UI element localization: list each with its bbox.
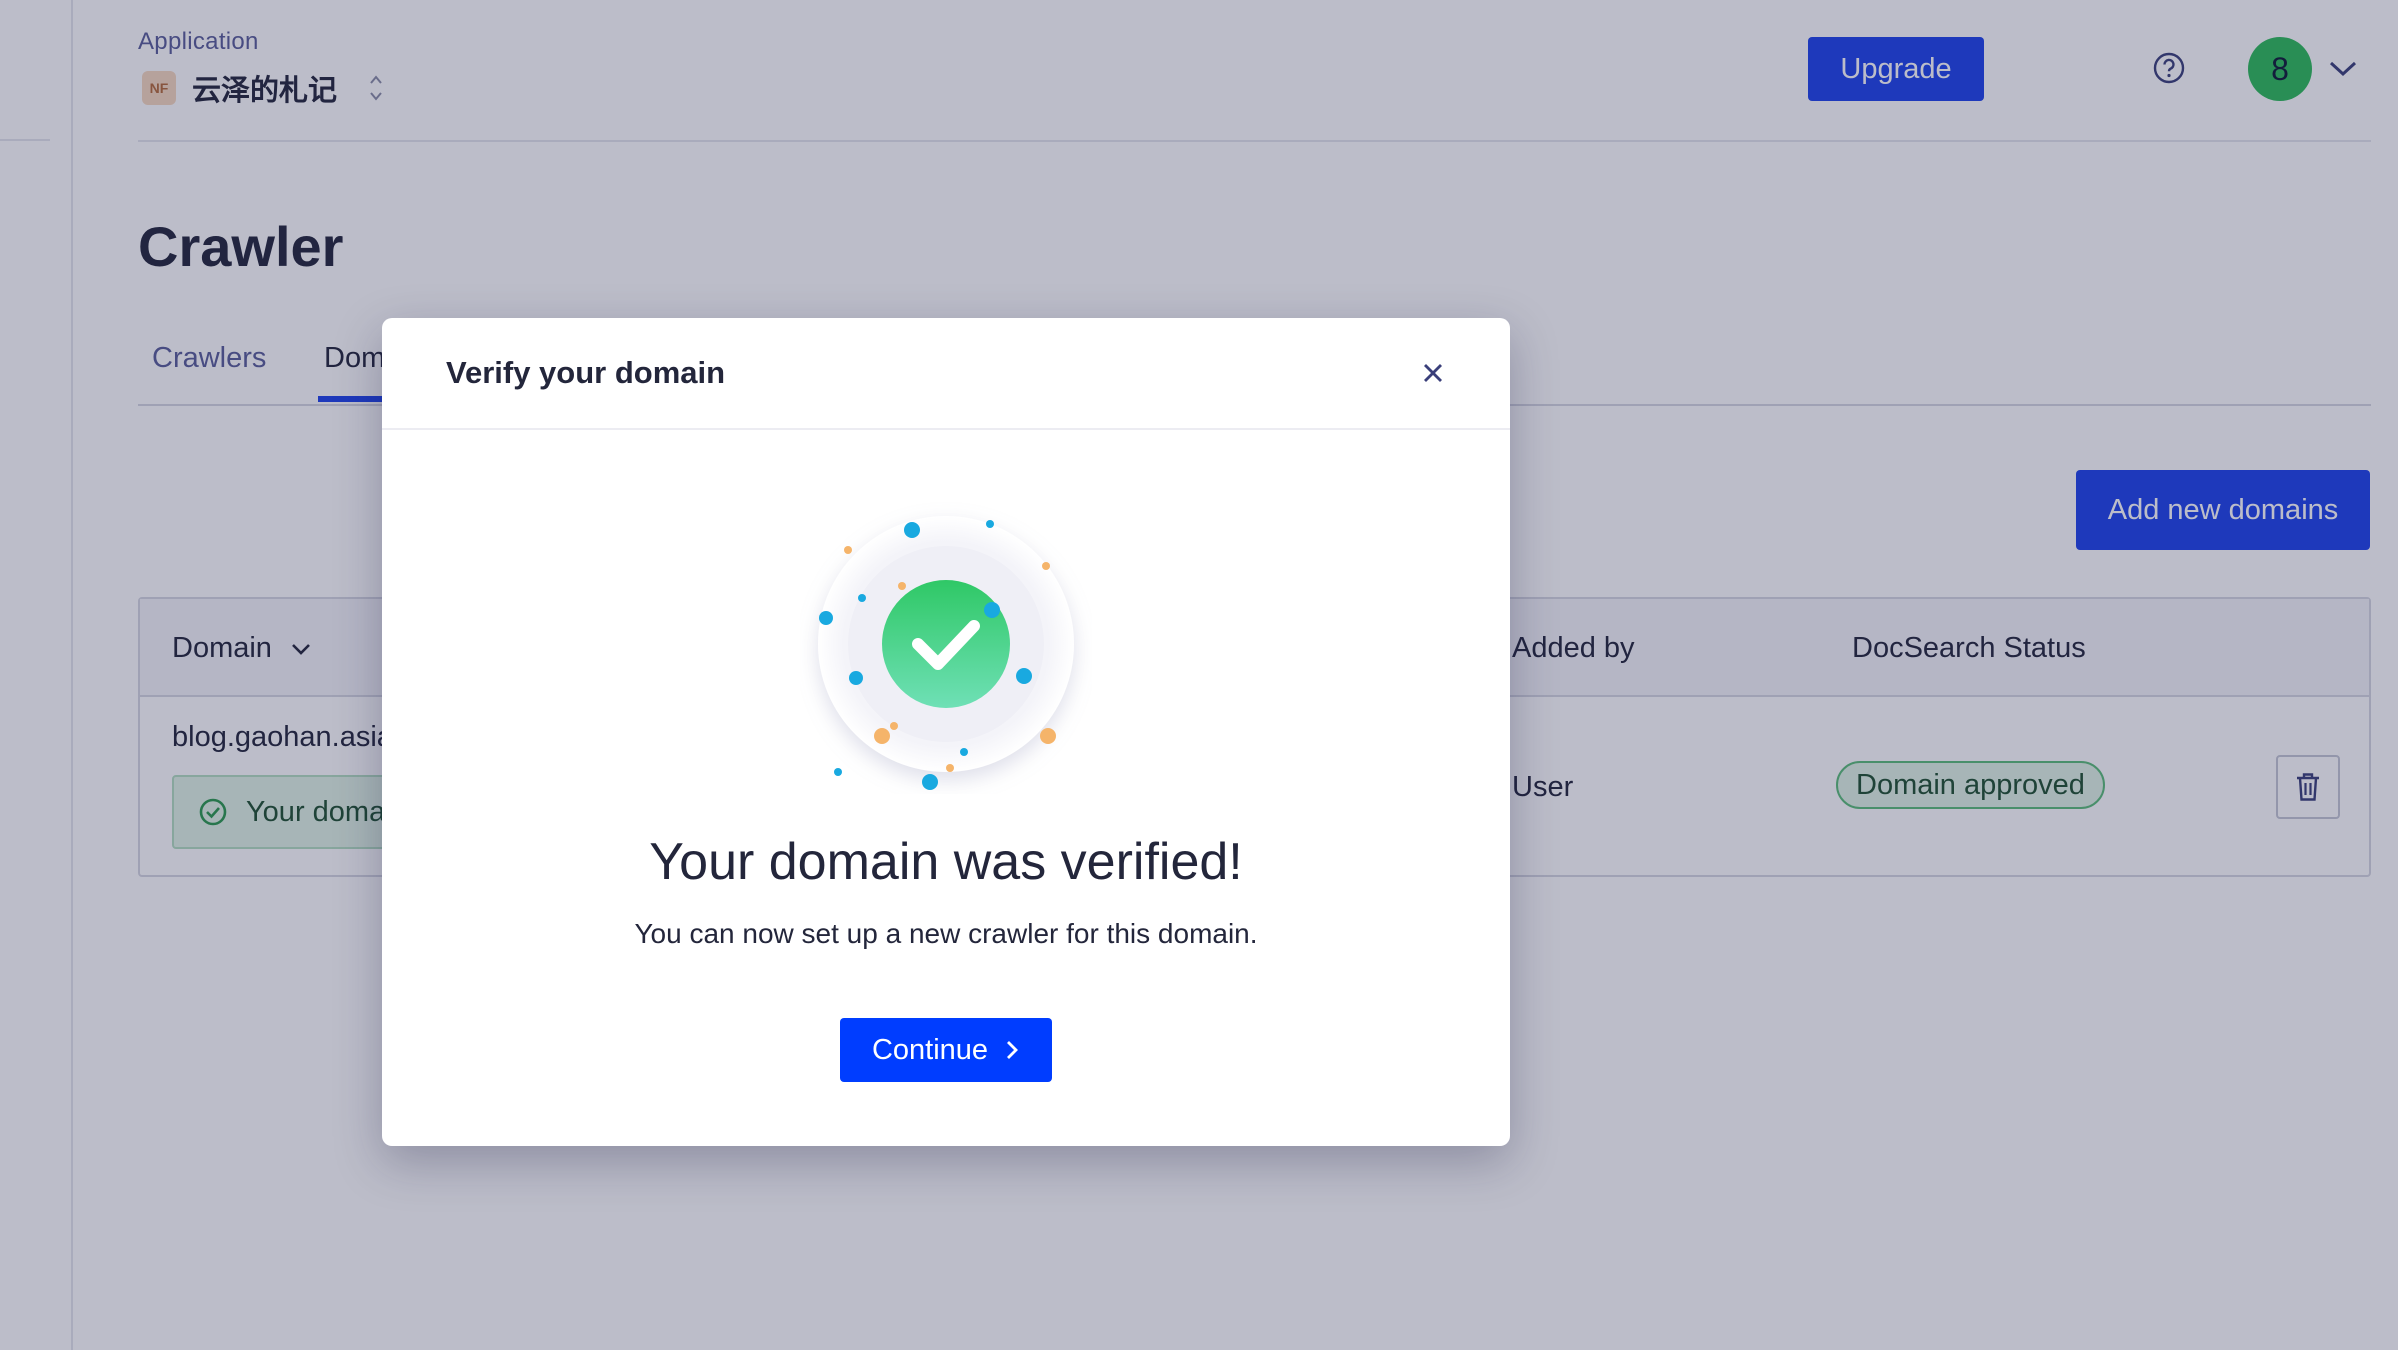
success-illustration xyxy=(818,516,1074,790)
close-icon[interactable] xyxy=(1416,356,1450,390)
continue-label: Continue xyxy=(871,1033,989,1066)
success-heading: Your domain was verified! xyxy=(649,833,1243,891)
success-description: You can now set up a new crawler for thi… xyxy=(634,918,1258,949)
chevron-right-icon xyxy=(1007,1041,1019,1059)
verify-domain-modal: Verify your domain Your domain was verif… xyxy=(382,318,1510,1146)
crawler-page: Application NF 云泽的札记 Upgrade 8 Crawler C… xyxy=(0,0,2398,1350)
continue-button[interactable]: Continue xyxy=(840,1018,1052,1082)
modal-header: Verify your domain xyxy=(382,318,1510,430)
modal-title: Verify your domain xyxy=(446,355,726,390)
